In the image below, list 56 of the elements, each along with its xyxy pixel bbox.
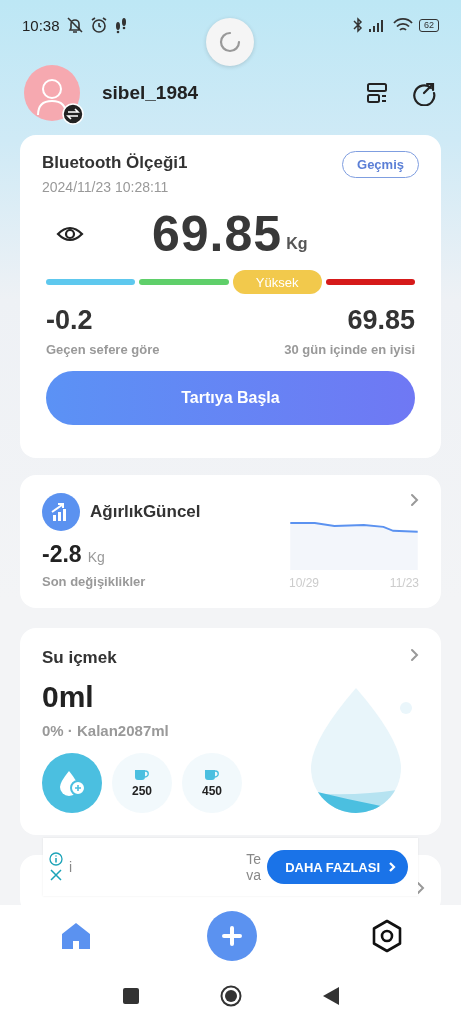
ad-text: i bbox=[69, 859, 74, 875]
weight-value: 69.85 bbox=[152, 205, 283, 263]
wifi-icon bbox=[393, 17, 413, 33]
chevron-right-icon bbox=[388, 861, 396, 873]
battery-icon: 62 bbox=[419, 18, 439, 32]
muted-bell-icon bbox=[65, 16, 84, 34]
chevron-right-icon[interactable] bbox=[416, 881, 425, 895]
home-button[interactable] bbox=[219, 984, 242, 1007]
card-title: Bluetooth Ölçeği1 bbox=[42, 153, 188, 173]
weight-unit: Kg bbox=[87, 549, 105, 565]
best-value: 69.85 bbox=[346, 305, 415, 336]
ad-text: va bbox=[246, 867, 262, 883]
eye-icon[interactable] bbox=[56, 224, 84, 244]
card-title: AğırlıkGüncel bbox=[90, 502, 201, 522]
change-value: -2.8 bbox=[42, 541, 82, 568]
chevron-right-icon[interactable] bbox=[410, 493, 419, 507]
change-label: Geçen sefere göre bbox=[46, 342, 160, 357]
info-icon[interactable] bbox=[49, 852, 63, 866]
square-icon bbox=[121, 986, 140, 1005]
cup-button[interactable]: 450 bbox=[182, 753, 242, 813]
settings-tab[interactable] bbox=[371, 919, 403, 953]
chevron-right-icon[interactable] bbox=[410, 648, 419, 662]
cup-icon bbox=[134, 768, 150, 781]
water-amount: 0ml bbox=[42, 680, 95, 714]
swap-icon[interactable] bbox=[62, 102, 84, 125]
circle-icon bbox=[219, 984, 242, 1007]
more-button[interactable]: DAHA FAZLASI bbox=[267, 850, 408, 884]
change-label: Son değişiklikler bbox=[42, 574, 147, 589]
ad-text: Te bbox=[246, 851, 262, 867]
recents-button[interactable] bbox=[121, 986, 140, 1005]
home-tab[interactable] bbox=[60, 921, 92, 951]
bluetooth-icon bbox=[353, 17, 363, 33]
card-title: Su içmek bbox=[42, 648, 118, 668]
add-button[interactable] bbox=[206, 911, 257, 961]
history-button[interactable]: Geçmiş bbox=[342, 151, 419, 178]
change-value: -0.2 bbox=[46, 305, 94, 336]
cup-icon bbox=[204, 768, 220, 781]
back-triangle-icon bbox=[321, 985, 340, 1006]
username: sibel_1984 bbox=[102, 81, 200, 104]
status-badge: Yüksek bbox=[232, 270, 322, 294]
weight-unit: Kg bbox=[286, 235, 308, 253]
timestamp: 2024/11/23 10:28:11 bbox=[42, 179, 170, 195]
rising-chart-icon bbox=[42, 493, 80, 531]
plus-icon bbox=[221, 926, 242, 946]
status-time: 10:38 bbox=[22, 16, 60, 34]
cup-button[interactable]: 250 bbox=[112, 753, 172, 813]
spinner-icon bbox=[218, 30, 242, 54]
back-button[interactable] bbox=[321, 985, 340, 1006]
alarm-icon bbox=[89, 16, 108, 34]
best-label: 30 gün içinde en iyisi bbox=[284, 342, 415, 357]
settings-icon bbox=[371, 919, 403, 953]
home-icon bbox=[60, 921, 92, 951]
footprint-icon bbox=[113, 16, 128, 34]
layout-icon[interactable] bbox=[365, 80, 389, 105]
drop-plus-icon bbox=[57, 769, 87, 797]
close-icon[interactable] bbox=[49, 868, 63, 882]
